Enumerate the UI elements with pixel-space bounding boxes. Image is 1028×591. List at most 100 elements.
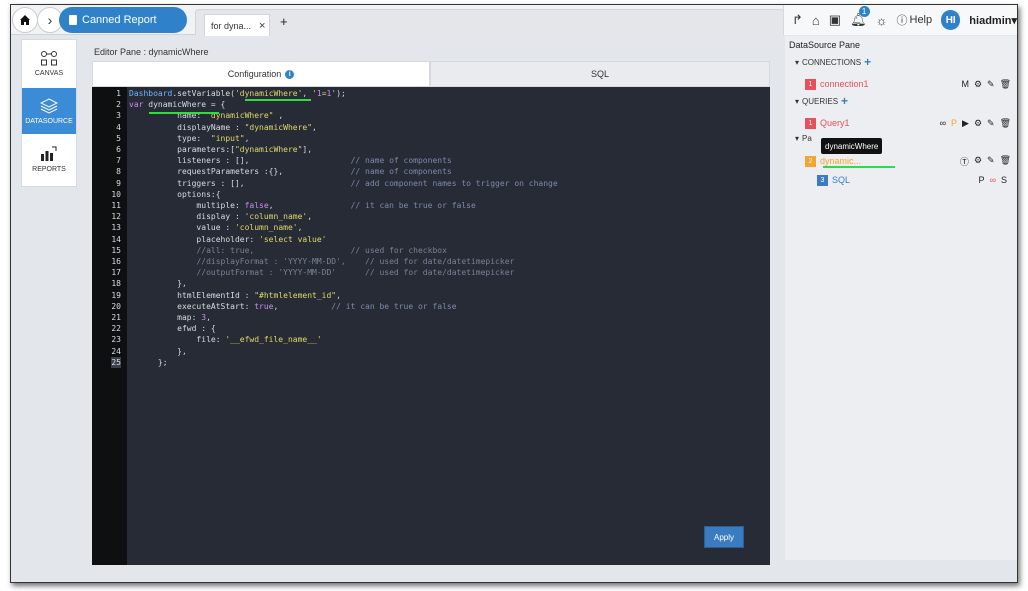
line-number: 5: [116, 133, 121, 143]
line-number: 23: [111, 335, 121, 345]
tab-sql[interactable]: SQL: [430, 61, 770, 87]
add-connection-icon[interactable]: +: [864, 55, 871, 69]
gear-icon[interactable]: ⚙: [974, 79, 982, 90]
code-line[interactable]: placeholder: 'select value': [129, 234, 769, 245]
tab-configuration-label: Configuration: [227, 69, 282, 79]
document-tab[interactable]: for dyna... ×: [204, 14, 270, 36]
code-line[interactable]: type: "input",: [129, 133, 769, 144]
query-actions: ∞ P ▶ ⚙ ✎ 🗑︎: [940, 118, 1011, 129]
code-line[interactable]: htmlElementId : "#htmlelement_id",: [129, 290, 769, 301]
line-gutter: 1 2 3 4 5 6 7 8 9 10 11 12 13 14 15 16 17 18 19 20 21 22 23 24 2…: [92, 87, 127, 565]
home-button[interactable]: [12, 7, 38, 33]
connections-section[interactable]: ▾ CONNECTIONS +: [795, 55, 871, 69]
queries-section[interactable]: ▾ QUERIES +: [795, 94, 848, 108]
edit-icon[interactable]: ✎: [987, 155, 995, 168]
line-number: 11: [111, 201, 121, 210]
line-number: 17: [111, 268, 121, 278]
sql-flag-p[interactable]: P: [979, 175, 985, 185]
line-number: 24: [111, 346, 121, 356]
line-number: 13: [111, 223, 121, 233]
line-number: 2: [116, 100, 121, 110]
add-tab-button[interactable]: +: [280, 14, 288, 29]
nav-canvas[interactable]: CANVAS: [22, 40, 76, 86]
parameter-name: dynamic...: [820, 156, 862, 166]
connection-flag[interactable]: M: [961, 79, 969, 90]
left-nav: CANVAS DATASOURCE REPORTS: [21, 39, 77, 187]
code-line[interactable]: parameters:["dynamicWhere"],: [129, 144, 769, 155]
home-outline-icon[interactable]: ⌂: [812, 13, 820, 28]
line-number: 22: [111, 324, 121, 334]
text-format-icon[interactable]: Ⓣ: [960, 155, 969, 168]
code-line[interactable]: //all: true, // used for checkbox: [129, 245, 769, 256]
help-label: Help: [909, 14, 933, 26]
line-number: 8: [116, 167, 121, 177]
gear-icon[interactable]: ⚙: [974, 118, 982, 129]
line-number: 16: [111, 257, 121, 266]
code-line[interactable]: executeAtStart: true, // it can be true …: [129, 301, 769, 312]
link-icon[interactable]: ∞: [990, 175, 996, 185]
add-query-icon[interactable]: +: [841, 94, 848, 108]
lightbulb-icon[interactable]: ☼: [876, 13, 888, 28]
code-line[interactable]: listeners : [], // name of components: [129, 155, 769, 166]
caret-down-icon: ▾: [795, 57, 800, 67]
parameters-section[interactable]: ▾ Pa: [795, 134, 812, 143]
sql-flag-s[interactable]: S: [1001, 175, 1007, 185]
code-line[interactable]: triggers : [], // add component names to…: [129, 178, 769, 189]
close-tab-icon[interactable]: ×: [259, 20, 265, 32]
play-icon[interactable]: ▶: [962, 118, 969, 129]
breadcrumb-label: Canned Report: [82, 14, 157, 26]
query-item[interactable]: 1 Query1 ∞ P ▶ ⚙ ✎ 🗑︎: [805, 116, 1015, 130]
code-line[interactable]: },: [129, 346, 769, 357]
nav-reports-label: REPORTS: [32, 165, 66, 173]
sql-item[interactable]: 3 SQL P ∞ S: [817, 173, 1007, 187]
line-number: 7: [116, 156, 121, 166]
apply-button[interactable]: Apply: [704, 526, 744, 548]
code-area[interactable]: Dashboard.setVariable('dynamicWhere', '1…: [129, 87, 769, 565]
link-icon[interactable]: ∞: [940, 118, 946, 129]
code-editor[interactable]: 1 2 3 4 5 6 7 8 9 10 11 12 13 14 15 16 17 18 19 20 21 22 23 24 2…: [92, 87, 770, 565]
code-line[interactable]: file: '__efwd_file_name__': [129, 334, 769, 345]
canvas-icon: [41, 50, 57, 65]
connection-item[interactable]: 1 connection1 M ⚙ ✎ 🗑︎: [805, 77, 1015, 91]
code-line[interactable]: map: 3,: [129, 312, 769, 323]
line-number: 19: [111, 290, 121, 300]
edit-icon[interactable]: ✎: [987, 79, 995, 90]
edit-icon[interactable]: ✎: [987, 118, 995, 129]
home-icon: [20, 15, 30, 25]
code-line[interactable]: options:{: [129, 189, 769, 200]
line-number: 4: [116, 122, 121, 132]
code-line[interactable]: };: [129, 357, 769, 368]
nav-datasource[interactable]: DATASOURCE: [22, 88, 76, 134]
code-line[interactable]: },: [129, 278, 769, 289]
code-line[interactable]: Dashboard.setVariable('dynamicWhere', '1…: [129, 88, 769, 99]
breadcrumb[interactable]: Canned Report: [59, 7, 187, 33]
code-line[interactable]: requestParameters :{}, // name of compon…: [129, 166, 769, 177]
code-line[interactable]: display : 'column_name',: [129, 211, 769, 222]
code-line[interactable]: multiple: false, // it can be true or fa…: [129, 200, 769, 211]
code-line[interactable]: value : 'column_name',: [129, 222, 769, 233]
trash-icon[interactable]: 🗑︎: [1000, 118, 1011, 129]
trash-icon[interactable]: 🗑︎: [1000, 79, 1011, 90]
code-line[interactable]: //displayFormat : 'YYYY-MM-DD', // used …: [129, 256, 769, 267]
code-line[interactable]: var dynamicWhere = {: [129, 99, 769, 110]
gear-icon[interactable]: ⚙: [974, 155, 982, 168]
tab-configuration[interactable]: Configuration i: [92, 61, 430, 87]
code-line[interactable]: name: "dynamicWhere" ,: [129, 110, 769, 121]
preview-icon[interactable]: ▣: [829, 12, 841, 28]
code-line[interactable]: efwd : {: [129, 323, 769, 334]
help-link[interactable]: ⓘ Help: [897, 12, 933, 28]
trash-icon[interactable]: 🗑︎: [1000, 155, 1011, 168]
tooltip: dynamicWhere: [821, 138, 883, 154]
queries-label: QUERIES: [802, 96, 839, 106]
line-number: 6: [116, 145, 121, 154]
share-icon[interactable]: ↱: [792, 12, 803, 28]
code-line[interactable]: //outputFormat : 'YYYY-MM-DD' // used fo…: [129, 267, 769, 278]
avatar[interactable]: HI: [941, 10, 961, 30]
notification-bell-icon[interactable]: 🔔︎ 1: [850, 6, 870, 28]
query-flag[interactable]: P: [951, 118, 957, 129]
code-line[interactable]: displayName : "dynamicWhere",: [129, 122, 769, 133]
nav-reports[interactable]: REPORTS: [22, 136, 76, 182]
document-tab-label: for dyna...: [211, 20, 252, 31]
user-menu[interactable]: hiadmin▾: [969, 14, 1017, 27]
line-number: 10: [111, 189, 121, 199]
